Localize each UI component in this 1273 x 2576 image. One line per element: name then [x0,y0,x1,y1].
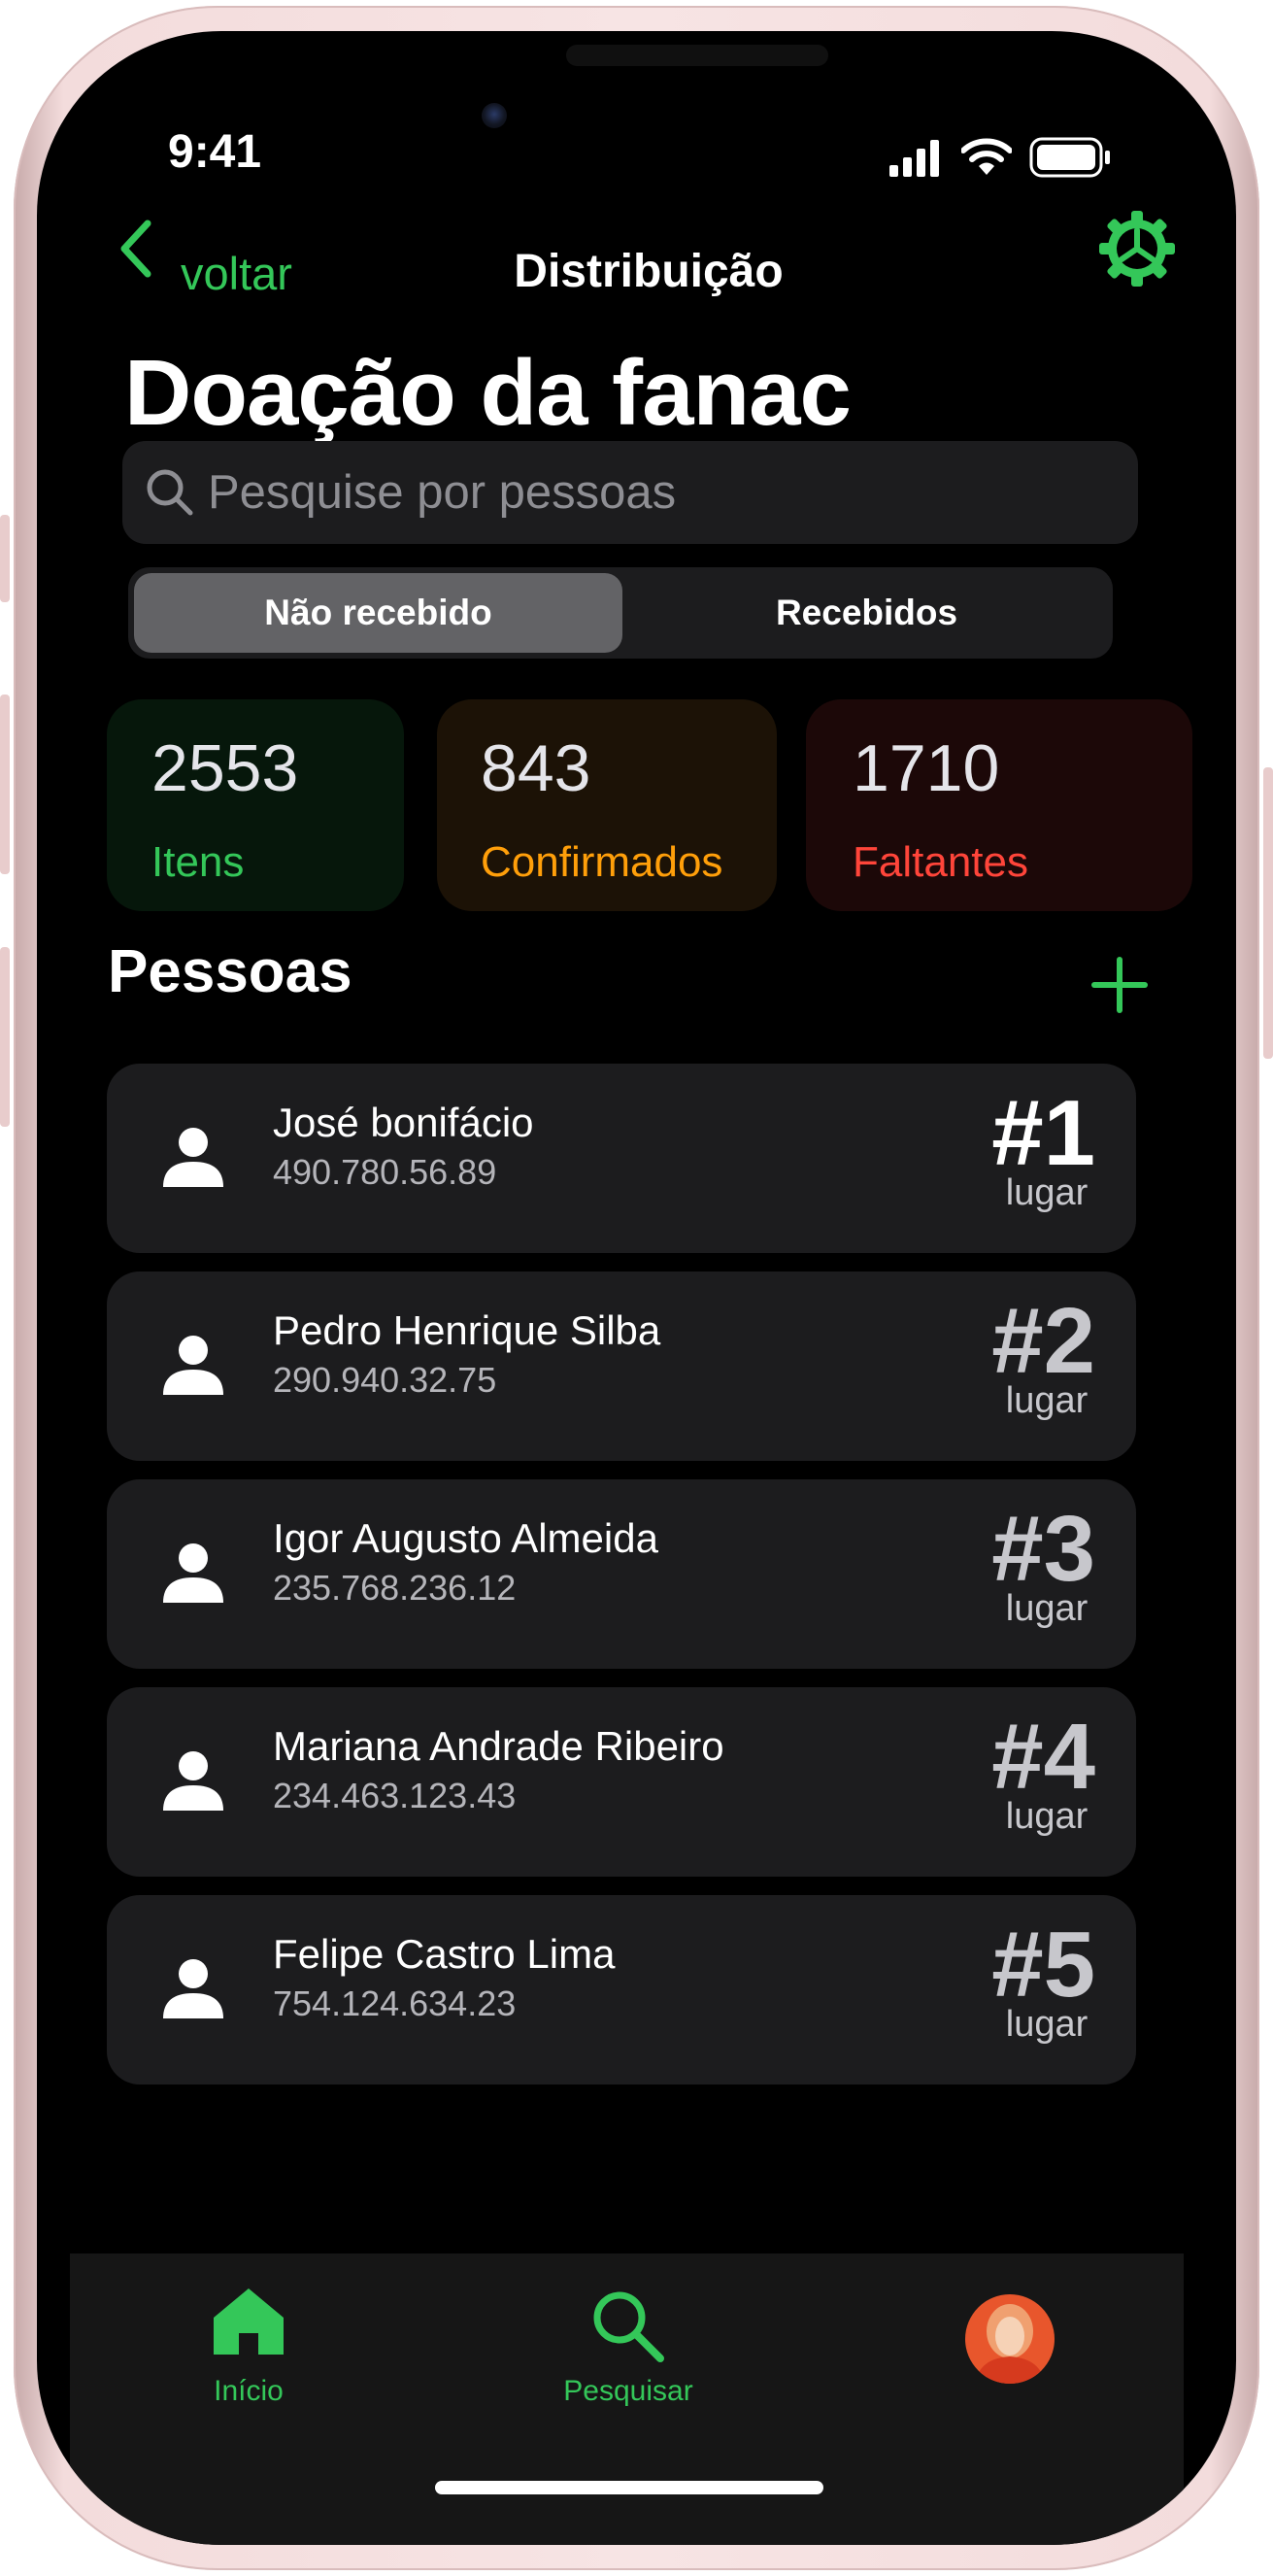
rank-label: lugar [1005,2004,1089,2045]
person-id: 234.463.123.43 [273,1776,517,1815]
stat-value: 843 [481,731,591,805]
rank-label: lugar [1005,1796,1089,1837]
tab-pesquisar[interactable]: Pesquisar [531,2375,725,2408]
person-name: Mariana Andrade Ribeiro [273,1723,724,1769]
back-button[interactable]: voltar [181,247,292,300]
side-button-volume-up [0,695,10,874]
tab-inicio[interactable]: Início [151,2375,346,2408]
person-name: Igor Augusto Almeida [273,1515,658,1561]
chevron-left-icon[interactable] [117,220,155,278]
person-name: Pedro Henrique Silba [273,1307,661,1353]
stat-value: 2553 [151,731,299,805]
profile-avatar[interactable] [965,2294,1055,2384]
person-icon [163,1751,223,1811]
segment-nao-recebido[interactable]: Não recebido [134,593,622,633]
stat-label: Confirmados [481,838,723,886]
rank-label: lugar [1005,1588,1089,1629]
side-button-volume-down [0,947,10,1127]
search-icon [147,469,193,516]
add-person-plus-icon[interactable] [1091,957,1148,1013]
cellular-signal-icon [889,140,939,177]
person-id: 290.940.32.75 [273,1360,497,1400]
stat-label: Faltantes [853,838,1028,886]
home-icon[interactable] [212,2287,285,2356]
rank-number: #4 [991,1705,1095,1809]
speaker-grille [566,45,828,66]
status-time: 9:41 [168,126,262,178]
rank-number: #1 [991,1081,1095,1185]
person-id: 754.124.634.23 [273,1983,517,2023]
person-id: 235.768.236.12 [273,1568,517,1608]
rank-label: lugar [1005,1380,1089,1421]
side-button-action [0,515,10,602]
search-tab-icon[interactable] [590,2288,666,2364]
battery-icon [1029,137,1110,178]
person-icon [163,1543,223,1603]
person-icon [163,1959,223,2018]
stat-value: 1710 [853,731,1000,805]
stat-label: Itens [151,838,245,886]
page-title: Doação da fanac [124,341,852,445]
nav-title: Distribuição [514,246,784,297]
rank-number: #2 [991,1289,1095,1393]
segment-recebidos[interactable]: Recebidos [622,593,1111,633]
side-button-power [1263,767,1273,1059]
rank-number: #3 [991,1497,1095,1601]
rank-number: #5 [991,1913,1095,2017]
section-title: Pessoas [108,938,352,1005]
home-indicator [435,2481,823,2494]
front-camera [482,103,507,128]
settings-gear-icon[interactable] [1097,209,1177,288]
rank-label: lugar [1005,1172,1089,1213]
person-id: 490.780.56.89 [273,1152,497,1192]
person-name: Felipe Castro Lima [273,1931,616,1977]
wifi-icon [961,138,1012,175]
person-icon [163,1336,223,1395]
search-placeholder[interactable]: Pesquise por pessoas [208,465,676,520]
person-name: José bonifácio [273,1100,534,1145]
person-icon [163,1128,223,1187]
phone-screen: 9:41 voltar Distribuição Doação da fanac… [37,31,1236,2545]
